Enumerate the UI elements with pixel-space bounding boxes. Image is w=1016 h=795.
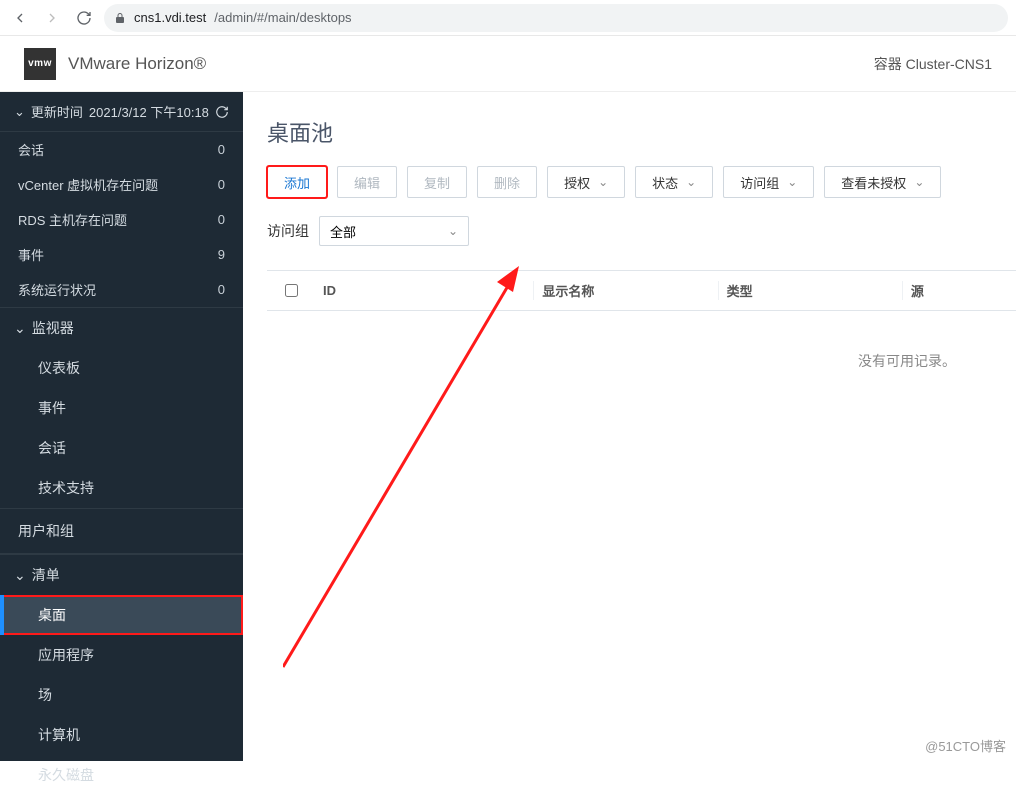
desktops-table: ID 显示名称 类型 源 没有可用记录。 (267, 270, 1016, 631)
section-monitor[interactable]: ⌄ 监视器 (0, 307, 243, 348)
nav-farms[interactable]: 场 (0, 675, 243, 715)
entitle-dropdown[interactable]: 授权 (547, 166, 625, 198)
col-type[interactable]: 类型 (718, 281, 902, 300)
address-bar[interactable]: cns1.vdi.test/admin/#/main/desktops (104, 4, 1008, 32)
update-time-row[interactable]: ⌄ 更新时间 2021/3/12 下午10:18 (0, 92, 243, 132)
chevron-down-icon: ⌄ (14, 104, 25, 120)
nav-dashboard[interactable]: 仪表板 (0, 348, 243, 388)
col-checkbox (267, 284, 315, 297)
app-header: vmw VMware Horizon® 容器 Cluster-CNS1 (0, 36, 1016, 92)
browser-toolbar: cns1.vdi.test/admin/#/main/desktops (0, 0, 1016, 36)
stat-rds-host-problems[interactable]: RDS 主机存在问题0 (0, 202, 243, 237)
watermark: @51CTO博客 (925, 736, 1006, 755)
product-name: VMware Horizon® (68, 54, 206, 74)
page-title: 桌面池 (267, 116, 1016, 148)
nav-desktops[interactable]: 桌面 (0, 595, 243, 635)
nav-events[interactable]: 事件 (0, 388, 243, 428)
status-dropdown[interactable]: 状态 (635, 166, 713, 198)
forward-button[interactable] (40, 6, 64, 30)
stat-events[interactable]: 事件9 (0, 237, 243, 272)
refresh-icon[interactable] (215, 105, 229, 119)
brand-logo: vmw (24, 48, 56, 80)
filter-row: 访问组 全部 (267, 216, 1016, 246)
delete-button[interactable]: 删除 (477, 166, 537, 198)
stat-sessions[interactable]: 会话0 (0, 132, 243, 167)
reload-button[interactable] (72, 6, 96, 30)
col-id[interactable]: ID (315, 283, 533, 298)
brand: vmw VMware Horizon® (24, 48, 206, 80)
lock-icon (114, 12, 126, 24)
back-button[interactable] (8, 6, 32, 30)
col-display-name[interactable]: 显示名称 (533, 281, 717, 300)
table-header: ID 显示名称 类型 源 (267, 271, 1016, 311)
edit-button[interactable]: 编辑 (337, 166, 397, 198)
section-inventory[interactable]: ⌄ 清单 (0, 554, 243, 595)
url-path: /admin/#/main/desktops (214, 10, 351, 25)
stat-system-health[interactable]: 系统运行状况0 (0, 272, 243, 307)
nav-applications[interactable]: 应用程序 (0, 635, 243, 675)
add-button[interactable]: 添加 (267, 166, 327, 198)
url-host: cns1.vdi.test (134, 10, 206, 25)
chevron-down-icon: ⌄ (14, 567, 26, 584)
table-body: 没有可用记录。 (267, 311, 1016, 631)
nav-sessions[interactable]: 会话 (0, 428, 243, 468)
view-unentitled-dropdown[interactable]: 查看未授权 (824, 166, 941, 198)
update-time: 2021/3/12 下午10:18 (89, 102, 209, 121)
nav-machines[interactable]: 计算机 (0, 715, 243, 755)
stat-vcenter-vm-problems[interactable]: vCenter 虚拟机存在问题0 (0, 167, 243, 202)
nav-users-groups[interactable]: 用户和组 (0, 508, 243, 554)
cluster-label: 容器 Cluster-CNS1 (874, 54, 992, 74)
access-group-dropdown[interactable]: 访问组 (723, 166, 814, 198)
nav-persistent-disks[interactable]: 永久磁盘 (0, 755, 243, 795)
chevron-down-icon: ⌄ (14, 320, 26, 337)
copy-button[interactable]: 复制 (407, 166, 467, 198)
sidebar: ⌄ 更新时间 2021/3/12 下午10:18 会话0 vCenter 虚拟机… (0, 92, 243, 761)
toolbar: 添加 编辑 复制 删除 授权 状态 访问组 查看未授权 (267, 166, 1016, 198)
main-content: 桌面池 添加 编辑 复制 删除 授权 状态 访问组 查看未授权 访问组 全部 I… (243, 92, 1016, 761)
col-source[interactable]: 源 (902, 281, 1016, 300)
filter-label: 访问组 (267, 221, 309, 241)
select-value: 全部 (330, 222, 356, 241)
nav-support[interactable]: 技术支持 (0, 468, 243, 508)
access-group-select[interactable]: 全部 (319, 216, 469, 246)
select-all-checkbox[interactable] (285, 284, 298, 297)
update-prefix: 更新时间 (31, 102, 83, 121)
empty-message: 没有可用记录。 (858, 351, 956, 631)
